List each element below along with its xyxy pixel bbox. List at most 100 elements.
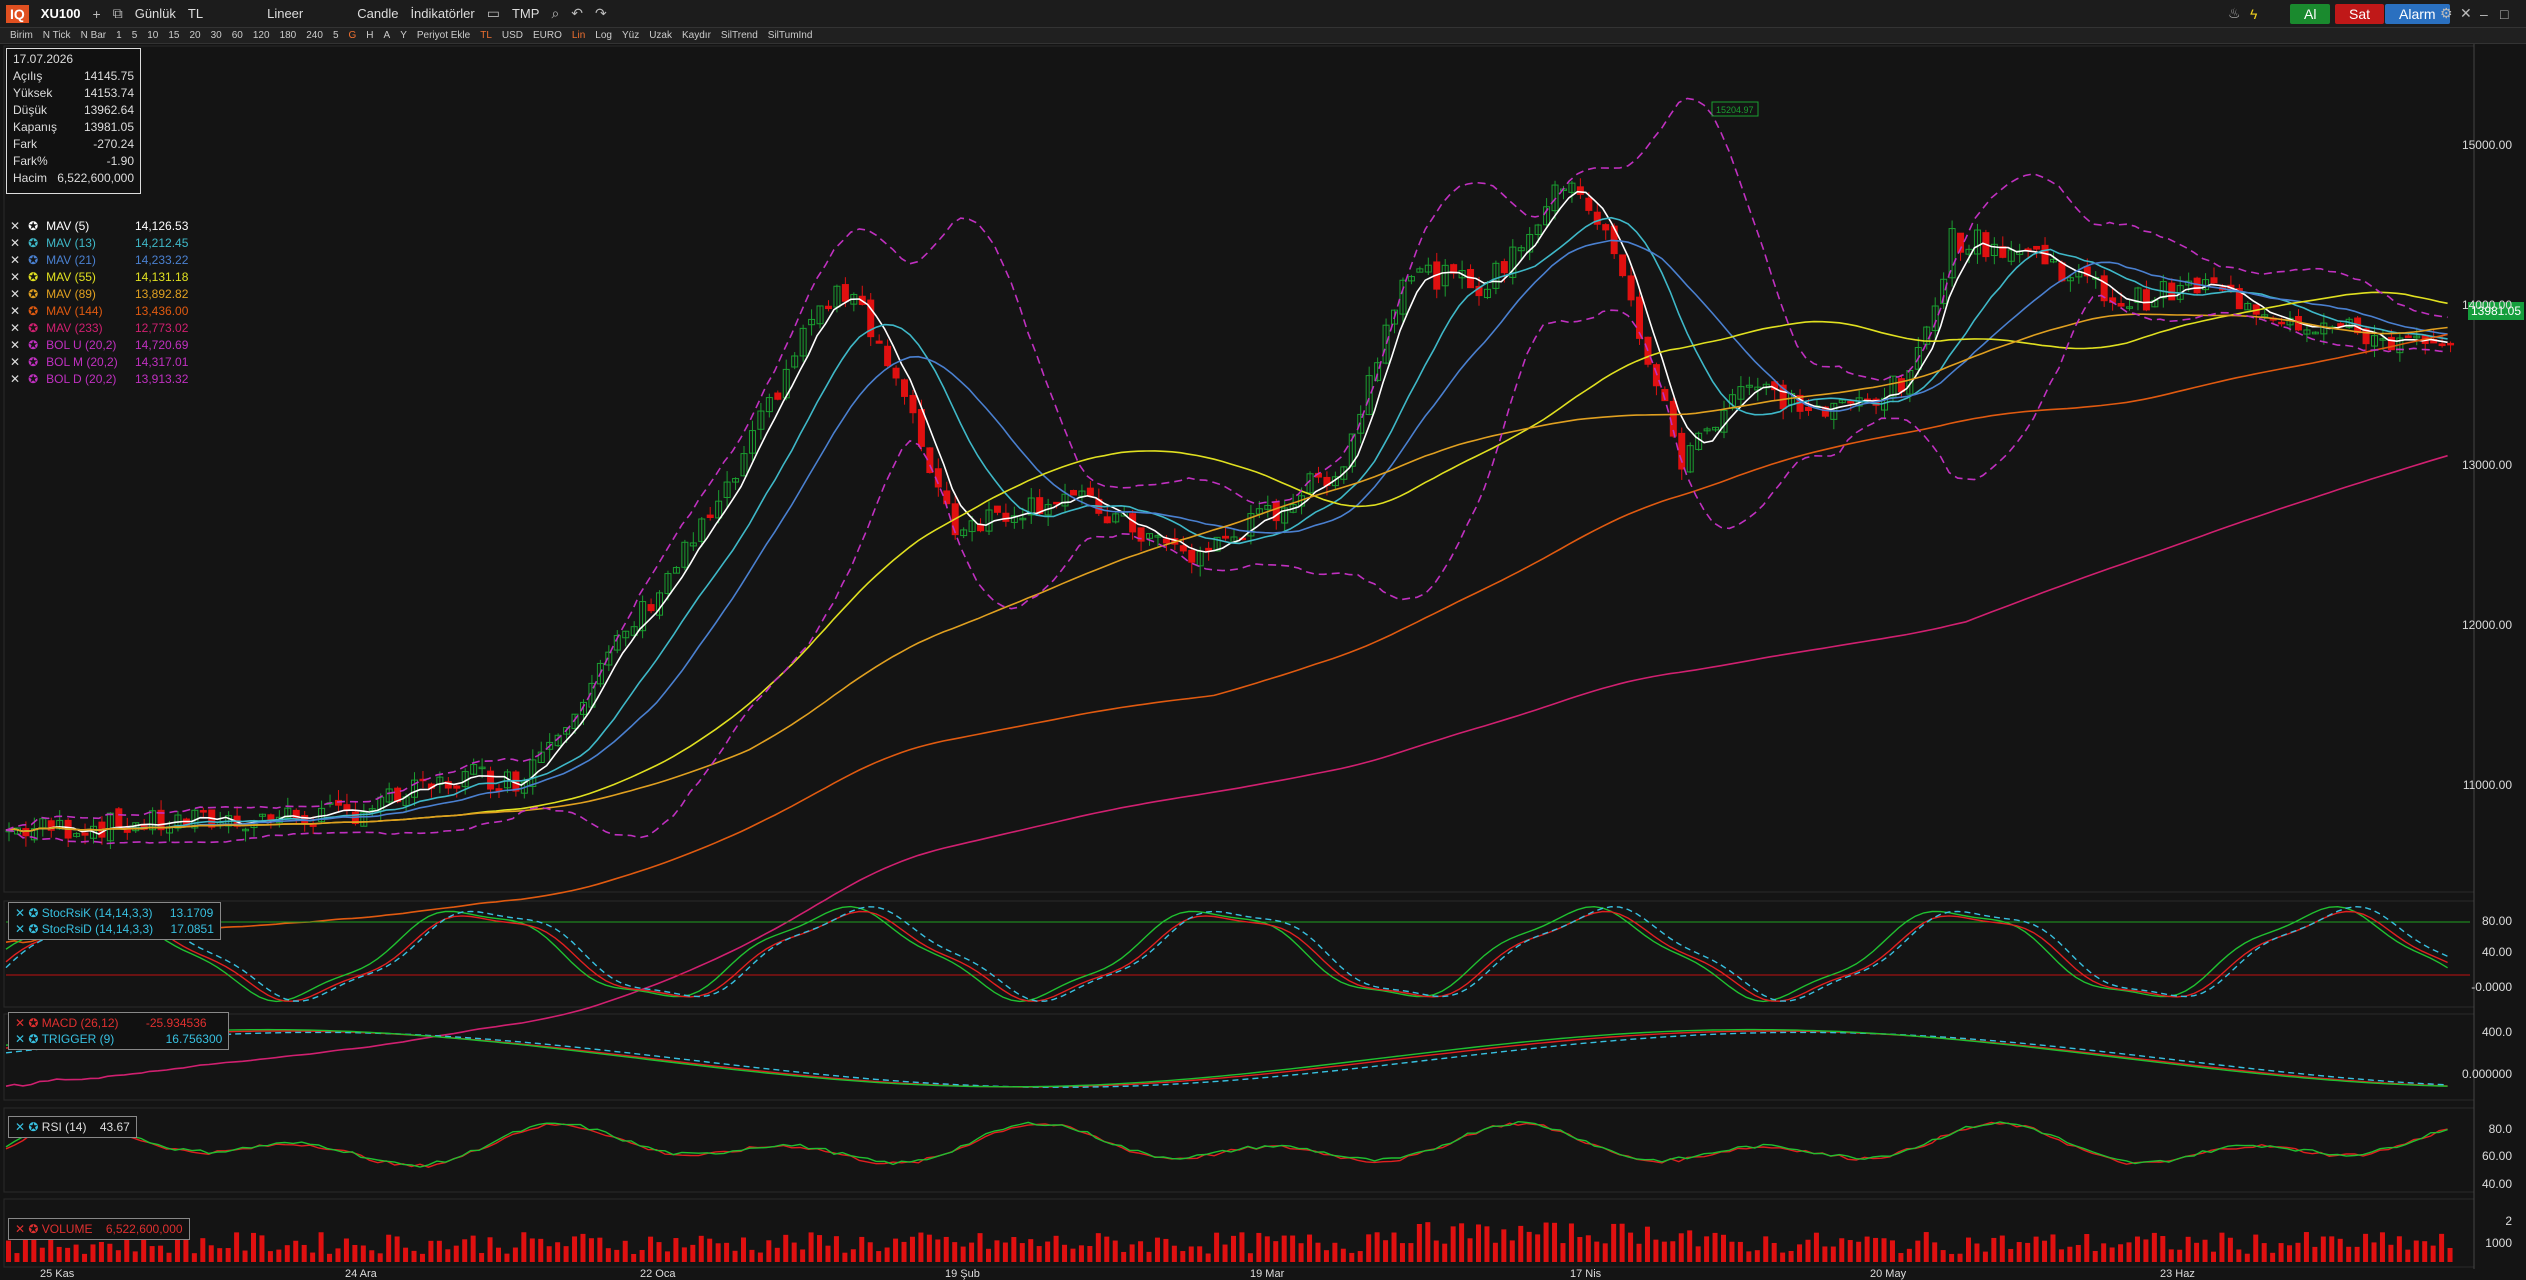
- settings-icon[interactable]: ✪: [28, 252, 38, 269]
- legend-item[interactable]: ✕ ✪ MAV (144) 13,436.00: [10, 303, 188, 320]
- gear-icon[interactable]: ⚙: [2440, 5, 2453, 22]
- volume-bar: [479, 1252, 485, 1262]
- period-item[interactable]: Lin: [568, 30, 589, 41]
- period-toolbar: Birim N Tick N Bar 1 5 10 15 20 30 60 120 180 240 5 G H…: [0, 28, 2526, 44]
- period-item[interactable]: H: [362, 30, 377, 41]
- legend-item[interactable]: ✕ ✪ BOL D (20,2) 13,913.32: [10, 371, 188, 388]
- period-item[interactable]: 1: [112, 30, 126, 41]
- period-item[interactable]: EURO: [529, 30, 566, 41]
- period-item[interactable]: Periyot Ekle: [413, 30, 474, 41]
- volume-bar: [1476, 1224, 1481, 1262]
- period-item[interactable]: SilTumInd: [764, 30, 817, 41]
- legend-item[interactable]: ✕ ✪ MAV (21) 14,233.22: [10, 252, 188, 269]
- period-item[interactable]: 10: [143, 30, 162, 41]
- period-item[interactable]: 120: [249, 30, 274, 41]
- chart-type-select[interactable]: Candle: [357, 6, 398, 21]
- search-icon[interactable]: ⌕: [551, 5, 559, 22]
- legend-item[interactable]: ✕ ✪ MAV (13) 14,212.45: [10, 235, 188, 252]
- period-item[interactable]: 240: [302, 30, 327, 41]
- legend-item[interactable]: ✕ ✪ BOL M (20,2) 14,317.01: [10, 354, 188, 371]
- period-item[interactable]: 180: [276, 30, 301, 41]
- remove-icon[interactable]: ✕: [10, 286, 20, 303]
- remove-icon[interactable]: ✕: [10, 354, 20, 371]
- settings-icon[interactable]: ✪: [28, 337, 38, 354]
- legend-item[interactable]: ✕ ✪ MAV (55) 14,131.18: [10, 269, 188, 286]
- volume-bar: [969, 1242, 975, 1262]
- period-item[interactable]: A: [380, 30, 395, 41]
- template-button[interactable]: TMP: [512, 6, 539, 21]
- settings-icon[interactable]: ✪: [28, 371, 38, 388]
- period-select[interactable]: Günlük: [135, 6, 176, 21]
- line-type-select[interactable]: Lineer: [267, 6, 303, 21]
- lightning-icon[interactable]: ϟ: [2250, 6, 2257, 22]
- settings-icon[interactable]: ✪: [28, 235, 38, 252]
- moving-average-line: [5, 313, 2448, 833]
- candle: [1585, 197, 1593, 211]
- price-chart[interactable]: 15204.97: [0, 44, 2526, 1269]
- settings-icon[interactable]: ✪: [28, 354, 38, 371]
- period-item[interactable]: TL: [476, 30, 496, 41]
- currency-select[interactable]: TL: [188, 6, 203, 21]
- indicators-menu[interactable]: İndikatörler: [410, 6, 474, 21]
- ohlc-row: Açılış 14145.75: [13, 68, 134, 85]
- legend-item[interactable]: ✕ ✪ MAV (89) 13,892.82: [10, 286, 188, 303]
- period-item[interactable]: USD: [498, 30, 527, 41]
- volume-bar: [267, 1251, 273, 1262]
- settings-icon[interactable]: ✪: [28, 286, 38, 303]
- remove-icon[interactable]: ✕: [10, 218, 20, 235]
- settings-icon[interactable]: ✪: [28, 269, 38, 286]
- period-item[interactable]: 5: [128, 30, 142, 41]
- symbol-field[interactable]: XU100: [41, 6, 81, 21]
- period-item[interactable]: Birim: [6, 30, 37, 41]
- remove-icon[interactable]: ✕: [10, 269, 20, 286]
- remove-icon[interactable]: ✕: [10, 371, 20, 388]
- period-item[interactable]: Y: [396, 30, 411, 41]
- external-link-icon[interactable]: ⧉: [113, 5, 123, 22]
- period-item[interactable]: N Bar: [77, 30, 111, 41]
- volume-bar: [588, 1238, 594, 1262]
- redo-icon[interactable]: ↷: [595, 5, 607, 22]
- remove-icon[interactable]: ✕: [10, 320, 20, 337]
- flame-icon[interactable]: ♨: [2228, 5, 2241, 22]
- maximize-icon[interactable]: □: [2500, 6, 2508, 22]
- legend-item[interactable]: ✕ ✪ BOL U (20,2) 14,720.69: [10, 337, 188, 354]
- period-item[interactable]: 30: [207, 30, 226, 41]
- volume-bar: [876, 1251, 882, 1262]
- legend-item[interactable]: ✕ ✪ MAV (5) 14,126.53: [10, 218, 188, 235]
- date-label: 25 Kas: [40, 1268, 75, 1280]
- period-item[interactable]: SilTrend: [717, 30, 762, 41]
- volume-bar: [1205, 1253, 1211, 1262]
- undo-icon[interactable]: ↶: [571, 5, 583, 22]
- candle: [2033, 245, 2041, 250]
- volume-bar: [1332, 1242, 1338, 1262]
- period-item[interactable]: Kaydır: [678, 30, 715, 41]
- volume-bar: [1915, 1240, 1921, 1262]
- period-item[interactable]: 15: [164, 30, 183, 41]
- remove-icon[interactable]: ✕: [10, 337, 20, 354]
- remove-icon[interactable]: ✕: [10, 235, 20, 252]
- remove-icon[interactable]: ✕: [10, 252, 20, 269]
- period-item[interactable]: 20: [186, 30, 205, 41]
- remove-icon[interactable]: ✕: [10, 303, 20, 320]
- volume-bar: [1188, 1246, 1194, 1262]
- buy-button[interactable]: Al: [2290, 4, 2331, 24]
- legend-item[interactable]: ✕ ✪ MAV (233) 12,773.02: [10, 320, 188, 337]
- settings-icon[interactable]: ✪: [28, 320, 38, 337]
- period-item[interactable]: N Tick: [39, 30, 75, 41]
- minimize-icon[interactable]: –: [2480, 6, 2488, 22]
- period-item[interactable]: Uzak: [645, 30, 676, 41]
- volume-bar: [504, 1253, 510, 1262]
- close-icon[interactable]: ✕: [2460, 5, 2472, 22]
- settings-icon[interactable]: ✪: [28, 303, 38, 320]
- volume-bar: [960, 1246, 966, 1262]
- period-item[interactable]: 60: [228, 30, 247, 41]
- plus-icon[interactable]: +: [93, 6, 101, 22]
- period-item[interactable]: G: [345, 30, 361, 41]
- sell-button[interactable]: Sat: [2335, 4, 2385, 24]
- settings-icon[interactable]: ✪: [28, 218, 38, 235]
- period-item[interactable]: Log: [591, 30, 616, 41]
- volume-bar: [1391, 1232, 1397, 1262]
- folder-icon[interactable]: ▭: [487, 5, 500, 22]
- period-item[interactable]: Yüz: [618, 30, 643, 41]
- period-item[interactable]: 5: [329, 30, 343, 41]
